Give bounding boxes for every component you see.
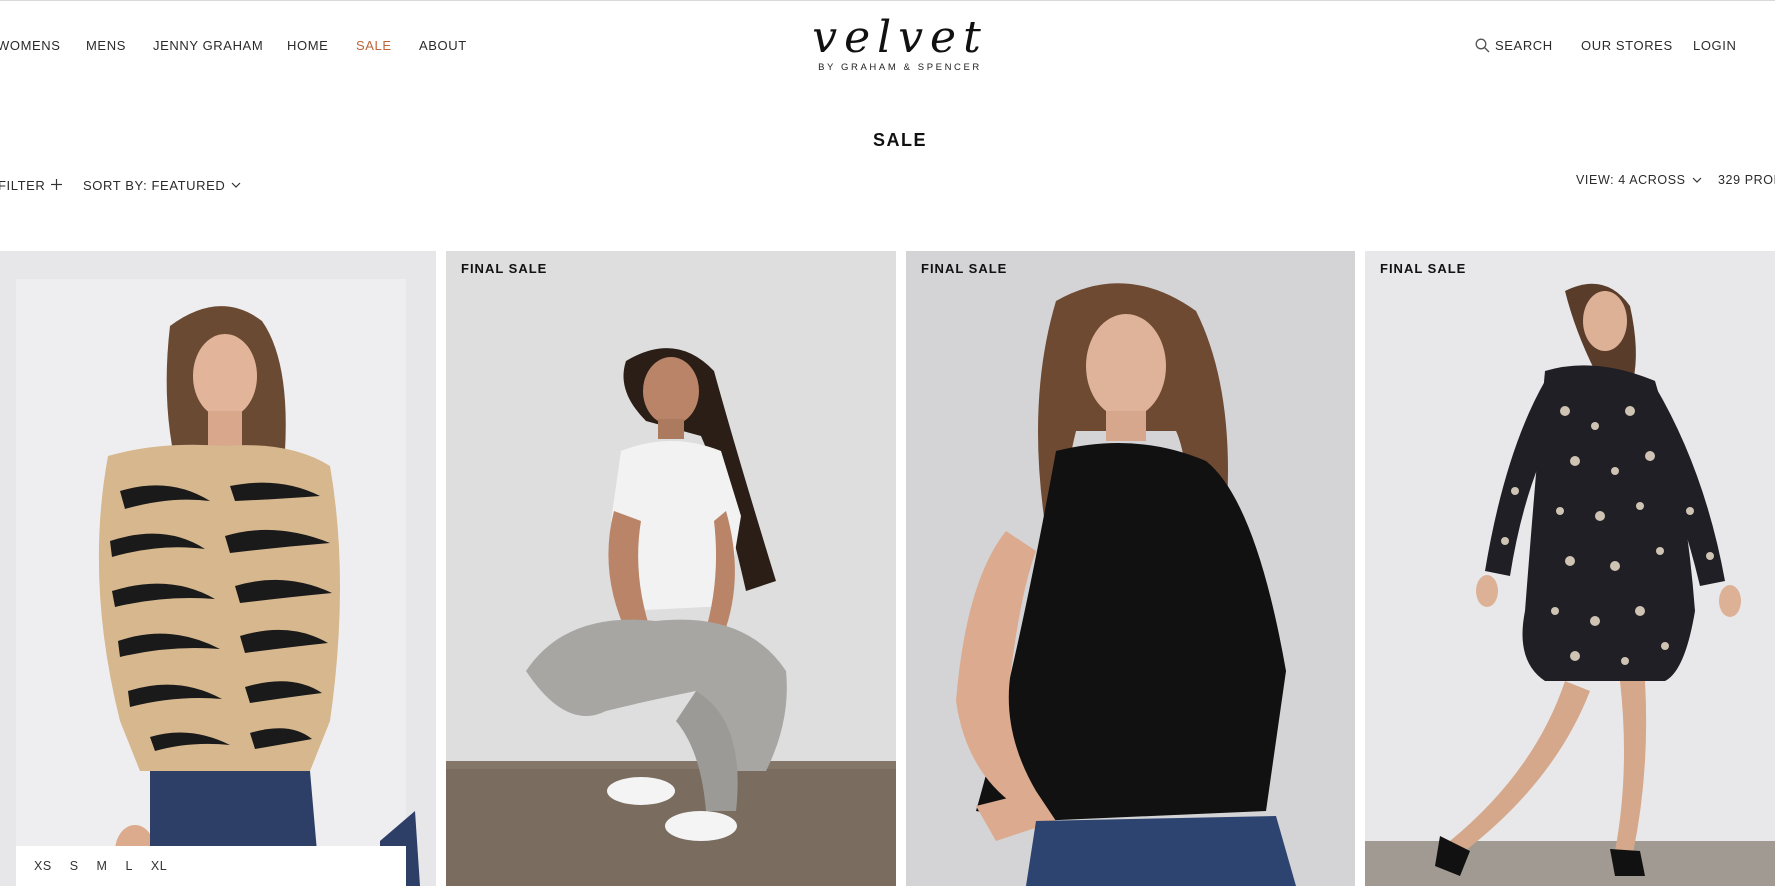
- sort-dropdown[interactable]: SORT BY: FEATURED: [83, 178, 241, 193]
- nav-jenny-graham[interactable]: JENNY GRAHAM: [153, 38, 263, 53]
- nav-login[interactable]: LOGIN: [1693, 38, 1736, 53]
- filter-button[interactable]: FILTER: [0, 178, 63, 193]
- final-sale-badge: FINAL SALE: [921, 261, 1008, 276]
- size-option[interactable]: S: [70, 859, 79, 873]
- top-border: [0, 0, 1775, 1]
- nav-womens[interactable]: WOMENS: [0, 38, 61, 53]
- size-option[interactable]: XL: [151, 859, 167, 873]
- chevron-down-icon: [231, 182, 241, 189]
- product-count: 329 PROD: [1718, 173, 1775, 187]
- product-card[interactable]: FINAL SALE: [446, 251, 896, 886]
- nav-about[interactable]: ABOUT: [419, 38, 467, 53]
- final-sale-badge: FINAL SALE: [461, 261, 548, 276]
- nav-home[interactable]: HOME: [287, 38, 328, 53]
- final-sale-badge: FINAL SALE: [1380, 261, 1467, 276]
- plus-icon: [51, 178, 63, 193]
- search-icon: [1475, 38, 1490, 53]
- product-grid: XS S M L XL FINAL SALE FINAL SALE FINAL …: [0, 251, 1775, 886]
- size-option[interactable]: XS: [34, 859, 52, 873]
- brand-name: velvet: [812, 12, 988, 63]
- product-image[interactable]: [446, 251, 896, 886]
- search-label: SEARCH: [1495, 38, 1553, 53]
- view-label: VIEW: 4 ACROSS: [1576, 173, 1686, 187]
- product-card[interactable]: FINAL SALE: [906, 251, 1355, 886]
- nav-mens[interactable]: MENS: [86, 38, 126, 53]
- product-image[interactable]: [0, 251, 436, 886]
- size-option[interactable]: M: [97, 859, 108, 873]
- size-option[interactable]: L: [125, 859, 132, 873]
- nav-sale[interactable]: SALE: [356, 38, 392, 53]
- sort-label: SORT BY: FEATURED: [83, 178, 226, 193]
- product-card[interactable]: XS S M L XL: [0, 251, 436, 886]
- nav-our-stores[interactable]: OUR STORES: [1581, 38, 1673, 53]
- product-card[interactable]: FINAL SALE: [1365, 251, 1775, 886]
- brand-logo[interactable]: velvet BY GRAHAM & SPENCER: [800, 12, 1000, 74]
- brand-tagline: BY GRAHAM & SPENCER: [818, 62, 982, 73]
- chevron-down-icon: [1692, 177, 1702, 184]
- search-button[interactable]: SEARCH: [1475, 38, 1553, 53]
- view-dropdown[interactable]: VIEW: 4 ACROSS: [1576, 173, 1702, 187]
- product-image[interactable]: [906, 251, 1355, 886]
- size-selector: XS S M L XL: [16, 846, 406, 886]
- filter-label: FILTER: [0, 178, 46, 193]
- product-image[interactable]: [1365, 251, 1775, 886]
- page-title: SALE: [872, 130, 927, 150]
